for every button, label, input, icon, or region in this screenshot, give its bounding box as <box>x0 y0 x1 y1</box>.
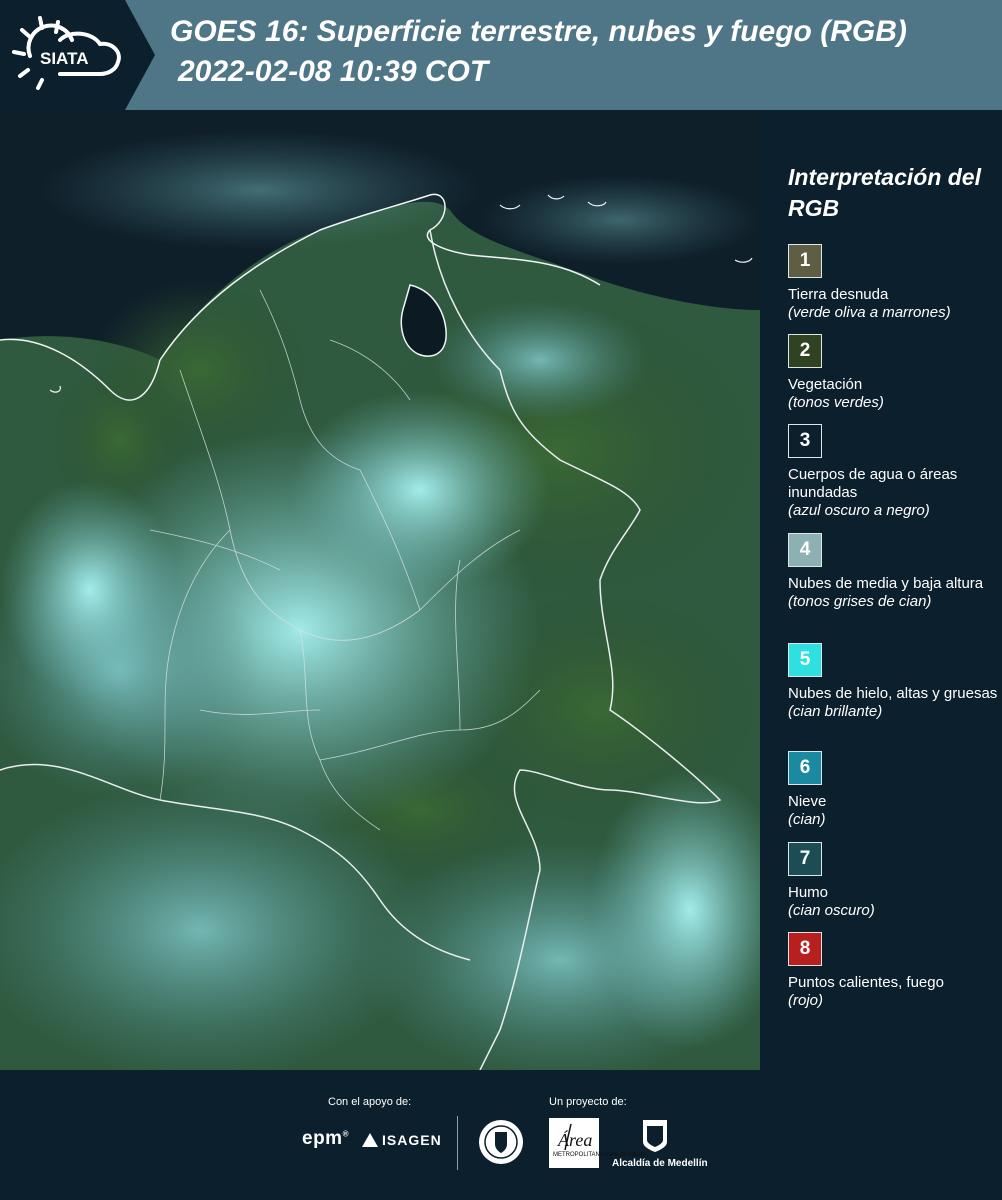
legend-item-smoke: 7 Humo (cian oscuro) <box>788 842 998 920</box>
legend-title: Interpretación del RGB <box>788 164 981 221</box>
legend-item-low-clouds: 4 Nubes de media y baja altura (tonos gr… <box>788 533 998 611</box>
area-metropolitana-logo: Área <box>549 1118 599 1168</box>
isagen-logo: ISAGEN <box>362 1132 442 1148</box>
legend-item-label: Tierra desnuda <box>788 286 889 303</box>
legend-item-label: Nubes de hielo, altas y gruesas <box>788 685 998 702</box>
legend-item-note: (tonos verdes) <box>788 394 884 411</box>
legend-item-note: (cian brillante) <box>788 703 883 720</box>
legend-item-fire: 8 Puntos calientes, fuego (rojo) <box>788 932 998 1010</box>
legend-swatch: 1 <box>788 244 822 278</box>
legend-item-bare-soil: 1 Tierra desnuda (verde oliva a marrones… <box>788 244 998 322</box>
footer: Con el apoyo de: Un proyecto de: epm® IS… <box>0 1070 1002 1200</box>
legend-swatch: 7 <box>788 842 822 876</box>
legend-item-note: (cian) <box>788 811 826 828</box>
siata-logo: SIATA <box>0 0 155 110</box>
siata-logo-text: SIATA <box>40 49 88 68</box>
legend-item-note: (rojo) <box>788 992 824 1009</box>
legend-item-note: (tonos grises de cian) <box>788 593 932 610</box>
university-seal-icon <box>479 1120 523 1164</box>
medellin-label: Alcaldía de Medellín <box>612 1158 708 1169</box>
epm-logo-text: epm <box>302 1128 343 1149</box>
legend-item-water: 3 Cuerpos de agua o áreas inundadas (azu… <box>788 424 998 520</box>
legend-item-note: (verde oliva a marrones) <box>788 304 951 321</box>
header: SIATA GOES 16: Superficie terrestre, nub… <box>0 0 1002 110</box>
legend-item-label: Cuerpos de agua o áreas inundadas <box>788 466 958 501</box>
footer-divider <box>457 1116 458 1170</box>
legend-panel: Interpretación del RGB 1 Tierra desnuda … <box>762 110 1002 1070</box>
area-logo-text: Área <box>557 1129 592 1150</box>
satellite-rgb-map-colombia <box>0 110 760 1070</box>
page-timestamp: 2022-02-08 10:39 COT <box>178 55 489 88</box>
satellite-map[interactable] <box>0 110 760 1070</box>
legend-item-label: Nieve <box>788 793 827 810</box>
legend-item-ice-clouds: 5 Nubes de hielo, altas y gruesas (cian … <box>788 643 998 721</box>
siata-logo-icon: SIATA <box>0 0 155 110</box>
isagen-mark-icon <box>362 1133 378 1147</box>
legend-swatch: 5 <box>788 643 822 677</box>
legend-swatch: 8 <box>788 932 822 966</box>
legend-swatch: 3 <box>788 424 822 458</box>
legend-item-label: Puntos calientes, fuego <box>788 974 944 991</box>
legend-item-note: (cian oscuro) <box>788 902 875 919</box>
legend-item-vegetation: 2 Vegetación (tonos verdes) <box>788 334 998 412</box>
legend-swatch: 6 <box>788 751 822 785</box>
legend-item-snow: 6 Nieve (cian) <box>788 751 998 829</box>
area-metropolitana-icon: Área <box>557 1123 592 1151</box>
legend-item-label: Humo <box>788 884 829 901</box>
legend-swatch: 2 <box>788 334 822 368</box>
project-label: Un proyecto de: <box>549 1096 627 1108</box>
support-label: Con el apoyo de: <box>328 1096 412 1108</box>
medellin-shield-icon <box>643 1120 667 1152</box>
legend-item-label: Vegetación <box>788 376 863 393</box>
legend-swatch: 4 <box>788 533 822 567</box>
page-title: GOES 16: Superficie terrestre, nubes y f… <box>170 15 907 48</box>
epm-logo: epm® <box>302 1128 349 1149</box>
isagen-logo-text: ISAGEN <box>382 1132 442 1148</box>
legend-item-label: Nubes de media y baja altura <box>788 575 984 592</box>
legend-item-note: (azul oscuro a negro) <box>788 502 930 519</box>
